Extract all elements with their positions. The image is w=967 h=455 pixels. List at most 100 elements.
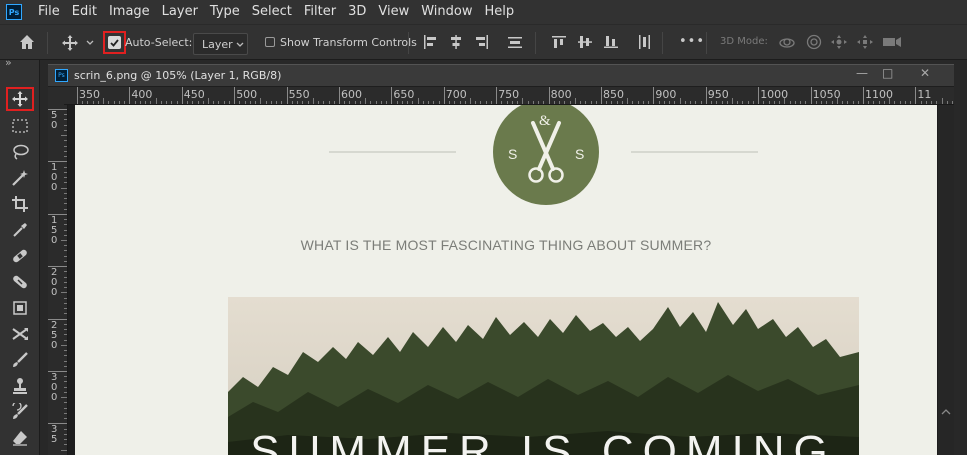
- ruler-major-tick: [653, 87, 655, 104]
- ruler-minor-tick: [64, 412, 67, 414]
- marquee-tool[interactable]: [6, 114, 34, 138]
- horizontal-ruler[interactable]: 350 400 450 500 550 600 650 700 750 800 850 900 950 1…: [64, 87, 954, 105]
- align-top-icon[interactable]: [551, 34, 567, 50]
- ruler-major-tick: [77, 87, 78, 104]
- crop-tool[interactable]: [6, 192, 34, 216]
- lasso-tool[interactable]: [6, 140, 34, 164]
- ruler-label: 0: [51, 120, 58, 131]
- align-right-icon[interactable]: [474, 34, 490, 50]
- ruler-label: 0: [51, 392, 58, 403]
- eyedropper-tool[interactable]: [6, 218, 34, 242]
- menu-layer[interactable]: Layer: [156, 0, 204, 24]
- ruler-minor-tick: [522, 98, 524, 104]
- 3d-pan-icon[interactable]: [830, 34, 848, 50]
- ruler-minor-tick: [64, 177, 67, 179]
- ruler-minor-tick: [64, 234, 67, 236]
- stamp-icon: [13, 378, 27, 394]
- ruler-label: 0: [51, 234, 58, 246]
- ruler-minor-tick: [64, 365, 67, 367]
- ruler-minor-tick: [64, 229, 67, 231]
- healing-brush-tool[interactable]: [6, 244, 34, 268]
- ruler-minor-tick: [64, 114, 67, 116]
- clone-stamp-tool[interactable]: [6, 374, 34, 398]
- menu-image[interactable]: Image: [103, 0, 156, 24]
- eraser-icon: [13, 431, 27, 446]
- close-icon[interactable]: ✕: [920, 66, 930, 80]
- ruler-minor-tick: [64, 350, 67, 352]
- ruler-minor-tick: [64, 428, 67, 430]
- vertical-scrollbar[interactable]: [938, 105, 954, 455]
- move-tool-preset-icon[interactable]: [61, 34, 79, 52]
- maximize-icon[interactable]: □: [882, 66, 893, 80]
- home-icon[interactable]: [18, 33, 36, 51]
- ruler-major-tick: [758, 87, 760, 104]
- ruler-minor-tick: [64, 355, 67, 357]
- distribute-vertical-icon[interactable]: [636, 34, 652, 50]
- ruler-minor-tick: [64, 203, 67, 205]
- layer-dropdown[interactable]: Layer: [193, 33, 248, 55]
- auto-select-checkbox[interactable]: [108, 36, 121, 49]
- object-selection-tool[interactable]: [6, 296, 34, 320]
- align-middle-icon[interactable]: [577, 34, 593, 50]
- 3d-mode-label: 3D Mode:: [720, 36, 768, 47]
- ruler-major-tick: [391, 87, 393, 104]
- document-icon: Ps: [55, 69, 68, 82]
- menu-select[interactable]: Select: [246, 0, 298, 24]
- menu-edit[interactable]: Edit: [66, 0, 103, 24]
- 3d-orbit-icon[interactable]: [778, 34, 796, 50]
- align-center-icon[interactable]: [448, 34, 464, 50]
- eraser-tool[interactable]: [6, 426, 34, 450]
- hero-headline: SUMMER IS COMING: [250, 427, 837, 455]
- ruler-minor-tick: [64, 287, 67, 289]
- brush-tool[interactable]: [6, 348, 34, 372]
- menu-help[interactable]: Help: [479, 0, 521, 24]
- 3d-roll-icon[interactable]: [805, 34, 823, 50]
- 3d-slide-icon[interactable]: [856, 34, 874, 50]
- ruler-minor-tick: [64, 418, 67, 420]
- ruler-minor-tick: [64, 140, 67, 142]
- content-aware-move-tool[interactable]: [6, 322, 34, 346]
- brush-icon: [13, 352, 28, 367]
- ruler-minor-tick: [64, 433, 67, 435]
- ruler-minor-tick: [155, 98, 157, 104]
- ruler-minor-tick: [64, 182, 67, 184]
- distribute-icon[interactable]: [507, 34, 523, 50]
- bandage-icon: [13, 249, 27, 263]
- ruler-minor-tick: [64, 166, 67, 168]
- move-tool[interactable]: [6, 87, 34, 111]
- ruler-minor-tick: [64, 119, 67, 121]
- ruler-minor-tick: [61, 292, 67, 294]
- more-options-icon[interactable]: •••: [679, 34, 705, 49]
- history-brush-tool[interactable]: [6, 400, 34, 424]
- vertical-ruler[interactable]: 5010015020025030035: [48, 105, 68, 455]
- menu-window[interactable]: Window: [415, 0, 478, 24]
- canvas[interactable]: & S S WHAT IS THE MOST FASCINATING THING…: [75, 105, 937, 455]
- show-transform-checkbox[interactable]: [265, 37, 275, 47]
- menu-3d[interactable]: 3D: [342, 0, 372, 24]
- divider: [662, 32, 663, 54]
- ruler-minor-tick: [64, 255, 67, 257]
- menu-type[interactable]: Type: [204, 0, 246, 24]
- panel-collapse-icon[interactable]: »: [5, 56, 12, 69]
- ruler-minor-tick: [64, 334, 67, 336]
- magic-wand-tool[interactable]: [6, 166, 34, 190]
- align-left-icon[interactable]: [422, 34, 438, 50]
- document-tab[interactable]: Ps scrin_6.png @ 105% (Layer 1, RGB/8) —…: [48, 64, 954, 86]
- menu-filter[interactable]: Filter: [298, 0, 342, 24]
- 3d-camera-icon[interactable]: [882, 34, 902, 50]
- menu-file[interactable]: File: [32, 0, 66, 24]
- chevron-down-icon[interactable]: [86, 40, 94, 46]
- menu-view[interactable]: View: [372, 0, 415, 24]
- align-bottom-icon[interactable]: [603, 34, 619, 50]
- ruler-label: 350: [79, 88, 100, 101]
- patch-icon: [13, 275, 27, 289]
- patch-tool[interactable]: [6, 270, 34, 294]
- ruler-minor-tick: [889, 98, 891, 104]
- layer-dropdown-value: Layer: [202, 38, 233, 51]
- minimize-icon[interactable]: —: [856, 66, 868, 80]
- ruler-major-tick: [810, 87, 812, 104]
- ruler-major-tick: [548, 87, 550, 104]
- scroll-up-icon[interactable]: [941, 408, 951, 416]
- ruler-minor-tick: [64, 313, 67, 315]
- document-title: scrin_6.png @ 105% (Layer 1, RGB/8): [74, 69, 282, 82]
